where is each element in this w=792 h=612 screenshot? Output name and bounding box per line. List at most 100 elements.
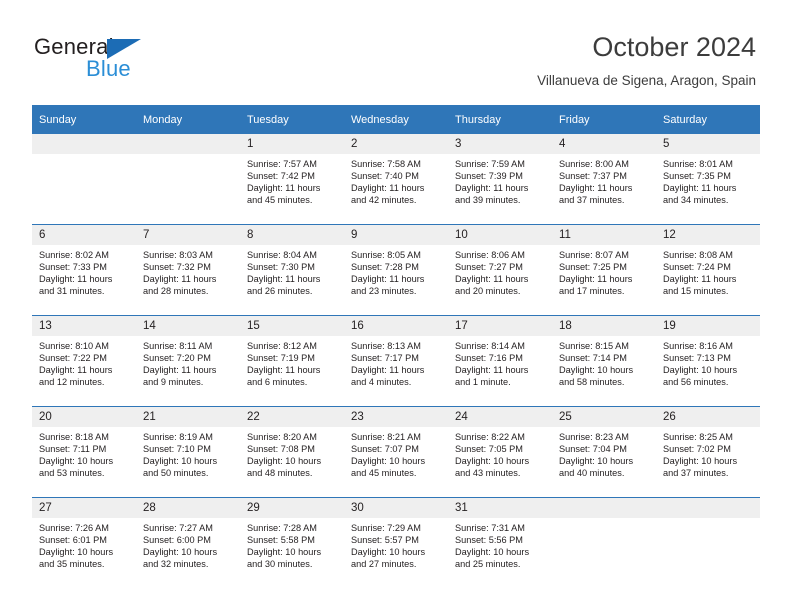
day-info-line: and 4 minutes.	[351, 377, 412, 388]
calendar-day-cell[interactable]: 8 Sunrise: 8:04 AM Sunset: 7:30 PM Daylight…	[240, 224, 344, 316]
calendar-day-cell[interactable]: 6 Sunrise: 8:02 AM Sunset: 7:33 PM Daylight…	[32, 224, 136, 316]
calendar-day-cell[interactable]: 16 Sunrise: 8:13 AM Sunset: 7:17 PM Dayligh…	[344, 315, 448, 407]
calendar-week-row: 13 Sunrise: 8:10 AM Sunset: 7:22 PM Dayligh…	[32, 315, 760, 407]
calendar-day-cell[interactable]: 29 Sunrise: 7:28 AM Sunset: 5:58 PM Dayligh…	[240, 497, 344, 588]
calendar-day-cell[interactable]: 26 Sunrise: 8:25 AM Sunset: 7:02 PM Dayligh…	[656, 406, 760, 498]
day-sun-info: Sunrise: 7:27 AM Sunset: 6:00 PM Daylight:…	[136, 518, 240, 570]
calendar-day-cell[interactable]: 4 Sunrise: 8:00 AM Sunset: 7:37 PM Daylight…	[552, 134, 656, 225]
brand-logo[interactable]: General Blue	[34, 34, 244, 90]
day-info-line: Daylight: 11 hours	[143, 365, 217, 376]
day-number: 17	[448, 316, 552, 336]
day-number: 27	[32, 498, 136, 518]
calendar-day-cell[interactable]: 15 Sunrise: 8:12 AM Sunset: 7:19 PM Dayligh…	[240, 315, 344, 407]
calendar-day-cell[interactable]: 21 Sunrise: 8:19 AM Sunset: 7:10 PM Dayligh…	[136, 406, 240, 498]
day-info-line: Sunrise: 8:11 AM	[143, 341, 213, 351]
day-info-line: Sunrise: 8:25 AM	[663, 432, 733, 442]
day-number: 14	[136, 316, 240, 336]
calendar-empty-cell	[552, 497, 656, 588]
calendar-day-cell[interactable]: 12 Sunrise: 8:08 AM Sunset: 7:24 PM Dayligh…	[656, 224, 760, 316]
day-info-line: and 25 minutes.	[455, 559, 521, 570]
day-info-line: Sunset: 7:33 PM	[39, 262, 107, 273]
day-info-line: Daylight: 11 hours	[559, 183, 633, 194]
day-sun-info: Sunrise: 7:26 AM Sunset: 6:01 PM Daylight:…	[32, 518, 136, 570]
day-info-line: Sunrise: 7:27 AM	[143, 523, 213, 533]
day-info-line: Sunset: 6:01 PM	[39, 535, 107, 546]
day-info-line: Sunrise: 8:04 AM	[247, 250, 317, 260]
day-info-line: and 53 minutes.	[39, 468, 105, 479]
day-number: 6	[32, 225, 136, 245]
day-number: 30	[344, 498, 448, 518]
day-number: 19	[656, 316, 760, 336]
day-info-line: Sunrise: 8:02 AM	[39, 250, 109, 260]
day-info-line: and 56 minutes.	[663, 377, 729, 388]
day-sun-info: Sunrise: 8:19 AM Sunset: 7:10 PM Daylight:…	[136, 427, 240, 479]
day-number: 31	[448, 498, 552, 518]
day-info-line: Sunrise: 8:18 AM	[39, 432, 109, 442]
calendar-day-cell[interactable]: 1 Sunrise: 7:57 AM Sunset: 7:42 PM Daylight…	[240, 134, 344, 225]
day-info-line: Sunset: 7:37 PM	[559, 171, 627, 182]
day-info-line: Daylight: 11 hours	[351, 365, 425, 376]
day-info-line: Sunset: 7:07 PM	[351, 444, 419, 455]
day-sun-info: Sunrise: 8:25 AM Sunset: 7:02 PM Daylight:…	[656, 427, 760, 479]
calendar-day-cell[interactable]: 9 Sunrise: 8:05 AM Sunset: 7:28 PM Daylight…	[344, 224, 448, 316]
calendar-day-cell[interactable]: 23 Sunrise: 8:21 AM Sunset: 7:07 PM Dayligh…	[344, 406, 448, 498]
calendar-body: 1 Sunrise: 7:57 AM Sunset: 7:42 PM Daylight…	[32, 134, 760, 588]
day-info-line: Sunrise: 8:13 AM	[351, 341, 421, 351]
day-number: 15	[240, 316, 344, 336]
calendar-day-cell[interactable]: 27 Sunrise: 7:26 AM Sunset: 6:01 PM Dayligh…	[32, 497, 136, 588]
calendar-day-cell[interactable]: 10 Sunrise: 8:06 AM Sunset: 7:27 PM Dayligh…	[448, 224, 552, 316]
day-info-line: Daylight: 10 hours	[455, 456, 530, 467]
day-sun-info: Sunrise: 8:14 AM Sunset: 7:16 PM Daylight:…	[448, 336, 552, 388]
day-info-line: Sunrise: 8:22 AM	[455, 432, 525, 442]
calendar-day-cell[interactable]: 11 Sunrise: 8:07 AM Sunset: 7:25 PM Dayligh…	[552, 224, 656, 316]
calendar-day-cell[interactable]: 25 Sunrise: 8:23 AM Sunset: 7:04 PM Dayligh…	[552, 406, 656, 498]
day-info-line: Sunset: 7:30 PM	[247, 262, 315, 273]
day-info-line: Sunset: 7:10 PM	[143, 444, 211, 455]
day-info-line: Daylight: 11 hours	[455, 183, 529, 194]
day-sun-info: Sunrise: 8:22 AM Sunset: 7:05 PM Daylight:…	[448, 427, 552, 479]
day-info-line: Sunset: 7:35 PM	[663, 171, 731, 182]
calendar-week-row: 20 Sunrise: 8:18 AM Sunset: 7:11 PM Dayligh…	[32, 406, 760, 498]
day-info-line: Daylight: 11 hours	[351, 183, 425, 194]
day-info-line: Sunset: 7:08 PM	[247, 444, 315, 455]
day-info-line: Sunset: 7:39 PM	[455, 171, 523, 182]
calendar-day-cell[interactable]: 13 Sunrise: 8:10 AM Sunset: 7:22 PM Dayligh…	[32, 315, 136, 407]
calendar-day-cell[interactable]: 14 Sunrise: 8:11 AM Sunset: 7:20 PM Dayligh…	[136, 315, 240, 407]
day-info-line: Sunset: 7:17 PM	[351, 353, 419, 364]
day-info-line: and 9 minutes.	[143, 377, 204, 388]
day-info-line: Sunset: 7:11 PM	[39, 444, 107, 455]
day-info-line: Sunrise: 8:19 AM	[143, 432, 213, 442]
calendar-day-cell[interactable]: 3 Sunrise: 7:59 AM Sunset: 7:39 PM Daylight…	[448, 134, 552, 225]
day-sun-info: Sunrise: 7:58 AM Sunset: 7:40 PM Daylight:…	[344, 154, 448, 206]
day-info-line: Daylight: 10 hours	[559, 456, 634, 467]
day-sun-info: Sunrise: 8:07 AM Sunset: 7:25 PM Daylight:…	[552, 245, 656, 297]
calendar-day-cell[interactable]: 19 Sunrise: 8:16 AM Sunset: 7:13 PM Dayligh…	[656, 315, 760, 407]
day-info-line: Daylight: 11 hours	[663, 183, 737, 194]
day-info-line: and 37 minutes.	[663, 468, 729, 479]
day-number: 8	[240, 225, 344, 245]
calendar-day-cell[interactable]: 2 Sunrise: 7:58 AM Sunset: 7:40 PM Daylight…	[344, 134, 448, 225]
day-sun-info: Sunrise: 8:03 AM Sunset: 7:32 PM Daylight:…	[136, 245, 240, 297]
calendar-day-cell[interactable]: 24 Sunrise: 8:22 AM Sunset: 7:05 PM Dayligh…	[448, 406, 552, 498]
calendar-day-cell[interactable]: 30 Sunrise: 7:29 AM Sunset: 5:57 PM Dayligh…	[344, 497, 448, 588]
day-info-line: and 31 minutes.	[39, 286, 105, 297]
day-info-line: Daylight: 10 hours	[143, 456, 218, 467]
calendar-day-cell[interactable]: 18 Sunrise: 8:15 AM Sunset: 7:14 PM Dayligh…	[552, 315, 656, 407]
day-info-line: Sunset: 7:16 PM	[455, 353, 523, 364]
calendar-day-cell[interactable]: 7 Sunrise: 8:03 AM Sunset: 7:32 PM Daylight…	[136, 224, 240, 316]
day-info-line: and 23 minutes.	[351, 286, 417, 297]
day-info-line: and 17 minutes.	[559, 286, 625, 297]
day-info-line: and 32 minutes.	[143, 559, 209, 570]
calendar-day-cell[interactable]: 22 Sunrise: 8:20 AM Sunset: 7:08 PM Dayligh…	[240, 406, 344, 498]
day-info-line: Sunrise: 8:01 AM	[663, 159, 733, 169]
day-info-line: Daylight: 11 hours	[559, 274, 633, 285]
day-number: 23	[344, 407, 448, 427]
day-sun-info: Sunrise: 7:31 AM Sunset: 5:56 PM Daylight:…	[448, 518, 552, 570]
calendar-day-cell[interactable]: 17 Sunrise: 8:14 AM Sunset: 7:16 PM Dayligh…	[448, 315, 552, 407]
calendar-day-cell[interactable]: 5 Sunrise: 8:01 AM Sunset: 7:35 PM Daylight…	[656, 134, 760, 225]
calendar-day-cell[interactable]: 31 Sunrise: 7:31 AM Sunset: 5:56 PM Dayligh…	[448, 497, 552, 588]
calendar-day-cell[interactable]: 20 Sunrise: 8:18 AM Sunset: 7:11 PM Dayligh…	[32, 406, 136, 498]
calendar-day-cell[interactable]: 28 Sunrise: 7:27 AM Sunset: 6:00 PM Dayligh…	[136, 497, 240, 588]
day-info-line: Daylight: 11 hours	[663, 274, 737, 285]
day-info-line: Daylight: 10 hours	[455, 547, 530, 558]
